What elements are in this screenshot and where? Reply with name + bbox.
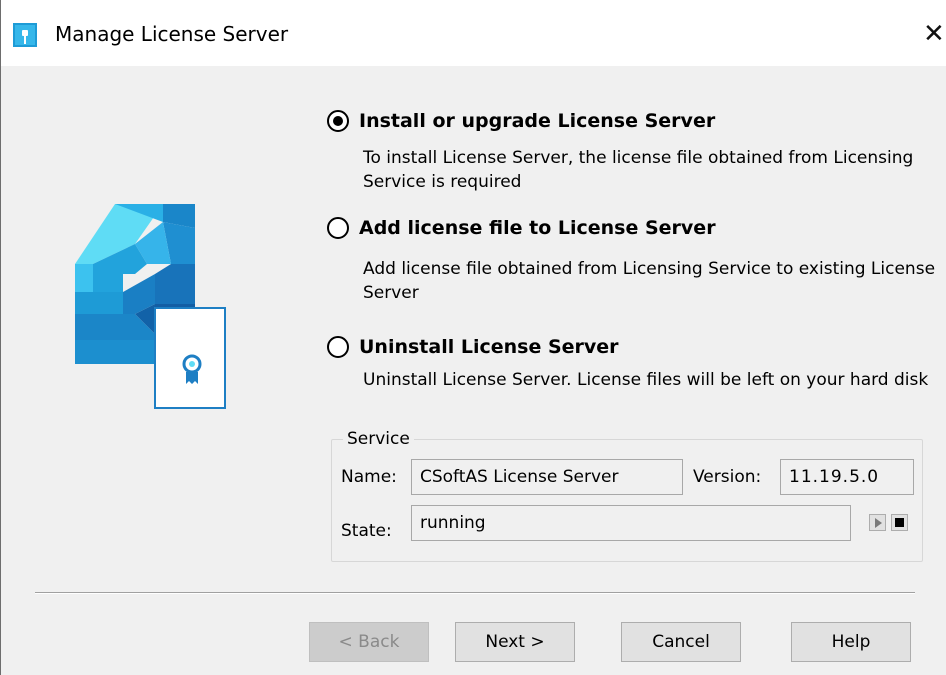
service-version-label: Version: xyxy=(693,467,762,487)
add-license-file-radio[interactable] xyxy=(327,217,349,239)
install-upgrade-description: To install License Server, the license f… xyxy=(363,148,914,192)
install-upgrade-radio[interactable] xyxy=(327,110,349,132)
uninstall-label[interactable]: Uninstall License Server xyxy=(359,334,619,360)
service-group-label: Service xyxy=(343,427,414,451)
service-version-field[interactable]: 11.19.5.0 xyxy=(780,459,914,495)
service-state-label: State: xyxy=(341,521,392,541)
radio-selected-dot xyxy=(333,116,343,126)
manage-license-server-dialog: Manage License Server ✕ Install or upgra… xyxy=(0,0,946,675)
title-bar[interactable]: Manage License Server ✕ xyxy=(1,0,946,66)
uninstall-radio[interactable] xyxy=(327,336,349,358)
play-icon xyxy=(875,518,882,528)
add-license-file-description: Add license file obtained from Licensing… xyxy=(363,259,936,303)
uninstall-description: Uninstall License Server. License files … xyxy=(363,370,929,390)
install-upgrade-label[interactable]: Install or upgrade License Server xyxy=(359,108,715,134)
license-server-app-icon xyxy=(13,23,37,47)
service-groupbox xyxy=(331,439,923,562)
button-separator xyxy=(35,592,915,594)
service-name-field[interactable]: CSoftAS License Server xyxy=(411,459,683,495)
add-license-file-label[interactable]: Add license file to License Server xyxy=(359,215,716,241)
stop-service-button[interactable] xyxy=(891,514,908,531)
next-button[interactable]: Next > xyxy=(455,622,575,662)
back-button[interactable]: < Back xyxy=(309,622,429,662)
license-server-logo-icon xyxy=(75,204,226,409)
close-icon[interactable]: ✕ xyxy=(923,18,946,50)
stop-icon xyxy=(895,518,904,527)
help-button[interactable]: Help xyxy=(791,622,911,662)
cancel-button[interactable]: Cancel xyxy=(621,622,741,662)
start-service-button[interactable] xyxy=(869,514,886,531)
window-title: Manage License Server xyxy=(55,22,289,46)
service-name-label: Name: xyxy=(341,467,397,487)
service-state-field[interactable]: running xyxy=(411,505,851,541)
